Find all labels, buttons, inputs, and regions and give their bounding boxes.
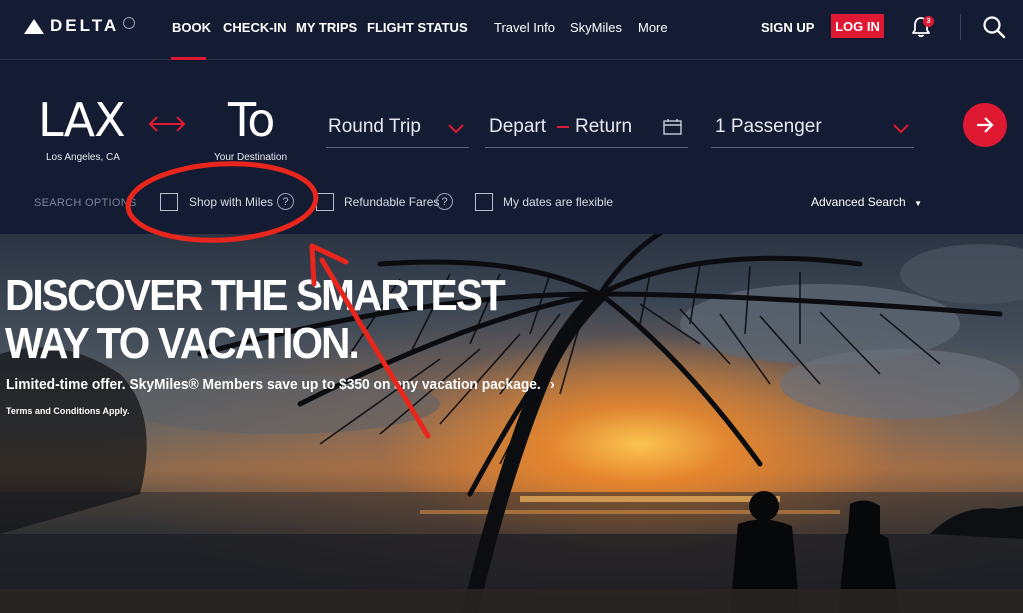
widget-logo-icon [24, 18, 44, 34]
delta-logo[interactable]: DELTA [24, 16, 136, 36]
nav-item-more[interactable]: More [638, 20, 668, 35]
return-label: Return [575, 116, 633, 137]
nav-item-skymiles[interactable]: SkyMiles [570, 20, 622, 35]
vacation-offer-link[interactable]: Limited-time offer. SkyMiles® Members sa… [6, 376, 555, 393]
chevron-down-icon [893, 124, 909, 134]
nav-divider [960, 14, 961, 40]
help-icon[interactable]: ? [277, 193, 294, 210]
advanced-search-label: Advanced Search [811, 195, 906, 209]
nav-item-book[interactable]: BOOK [172, 20, 211, 35]
chevron-right-icon: › [550, 376, 555, 393]
headline-line-2: WAY TO VACATION. [5, 319, 360, 368]
help-icon[interactable]: ? [436, 193, 453, 210]
search-icon[interactable] [982, 15, 1006, 39]
passenger-select[interactable]: 1 Passenger [711, 110, 914, 148]
nav-item-my-trips[interactable]: MY TRIPS [296, 20, 357, 35]
caret-down-icon: ▼ [914, 199, 922, 208]
advanced-search-link[interactable]: Advanced Search ▼ [811, 195, 922, 209]
sign-up-link[interactable]: SIGN UP [761, 20, 814, 35]
calendar-icon [663, 119, 682, 135]
nav-item-travel-info[interactable]: Travel Info [494, 20, 555, 35]
refundable-fares-checkbox[interactable] [316, 193, 334, 211]
terms-link[interactable]: Terms and Conditions Apply. [6, 406, 129, 416]
shop-with-miles-checkbox[interactable] [160, 193, 178, 211]
notification-badge: 3 [923, 16, 934, 27]
date-separator [557, 126, 569, 128]
log-in-button[interactable]: LOG IN [831, 14, 884, 38]
logo-text: DELTA [50, 16, 120, 35]
hero-headline: DISCOVER THE SMARTEST WAY TO VACATION. [5, 271, 506, 368]
refundable-fares-label[interactable]: Refundable Fares [344, 195, 439, 209]
headline-line-1: DISCOVER THE SMARTEST [5, 271, 506, 320]
top-navigation: DELTA BOOK CHECK-IN MY TRIPS FLIGHT STAT… [0, 0, 1023, 60]
active-tab-indicator [171, 57, 206, 60]
flexible-dates-checkbox[interactable] [475, 193, 493, 211]
nav-item-flight-status[interactable]: FLIGHT STATUS [367, 20, 468, 35]
chevron-down-icon [448, 124, 464, 134]
destination-label: Your Destination [214, 152, 288, 163]
date-picker-field[interactable]: Depart Return [485, 110, 688, 148]
globe-icon [123, 17, 136, 29]
swap-arrows-icon[interactable] [146, 113, 188, 135]
trip-type-select[interactable]: Round Trip [326, 110, 469, 148]
search-flights-button[interactable] [963, 103, 1007, 147]
trip-type-value: Round Trip [328, 116, 421, 137]
flexible-dates-label[interactable]: My dates are flexible [503, 195, 613, 209]
shop-with-miles-label[interactable]: Shop with Miles [189, 195, 273, 209]
passenger-value: 1 Passenger [715, 116, 822, 137]
nav-item-check-in[interactable]: CHECK-IN [223, 20, 287, 35]
depart-label: Depart [489, 116, 547, 137]
origin-city-label: Los Angeles, CA [46, 152, 120, 163]
origin-airport-code[interactable]: LAX [38, 93, 126, 147]
search-options-label: SEARCH OPTIONS [34, 197, 137, 209]
destination-airport-code[interactable]: To [228, 93, 275, 147]
arrow-right-icon [977, 117, 994, 133]
offer-text: Limited-time offer. SkyMiles® Members sa… [6, 376, 541, 393]
